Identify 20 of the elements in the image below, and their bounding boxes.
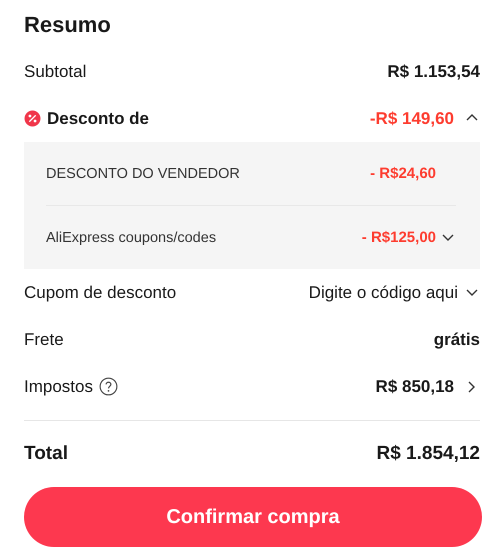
- row-label: Impostos: [24, 376, 93, 396]
- row-value: grátis: [434, 330, 480, 350]
- discount-value: - R$125,00: [362, 229, 436, 246]
- help-icon[interactable]: [98, 377, 118, 396]
- discount-value: -R$ 149,60: [370, 108, 454, 128]
- discount-value: - R$24,60: [370, 165, 436, 182]
- row-label: Desconto de: [47, 108, 150, 128]
- row-label: Frete: [24, 330, 64, 350]
- summary-title: Resumo: [24, 12, 112, 38]
- total-value: R$ 1.854,12: [376, 443, 480, 465]
- coupon-field[interactable]: Digite o código aqui: [286, 282, 458, 302]
- discount-label: DESCONTO DO VENDEDOR: [46, 166, 240, 182]
- row-value: R$ 850,18: [376, 376, 454, 396]
- row-label: Cupom de desconto: [24, 282, 176, 302]
- confirm-button[interactable]: Confirmar compra: [24, 487, 482, 547]
- discount-icon: [24, 110, 41, 127]
- discount-label: AliExpress coupons/codes: [46, 230, 216, 246]
- total-label: Total: [24, 443, 68, 465]
- row-label: Subtotal: [24, 62, 86, 82]
- row-value: R$ 1.153,54: [387, 62, 480, 82]
